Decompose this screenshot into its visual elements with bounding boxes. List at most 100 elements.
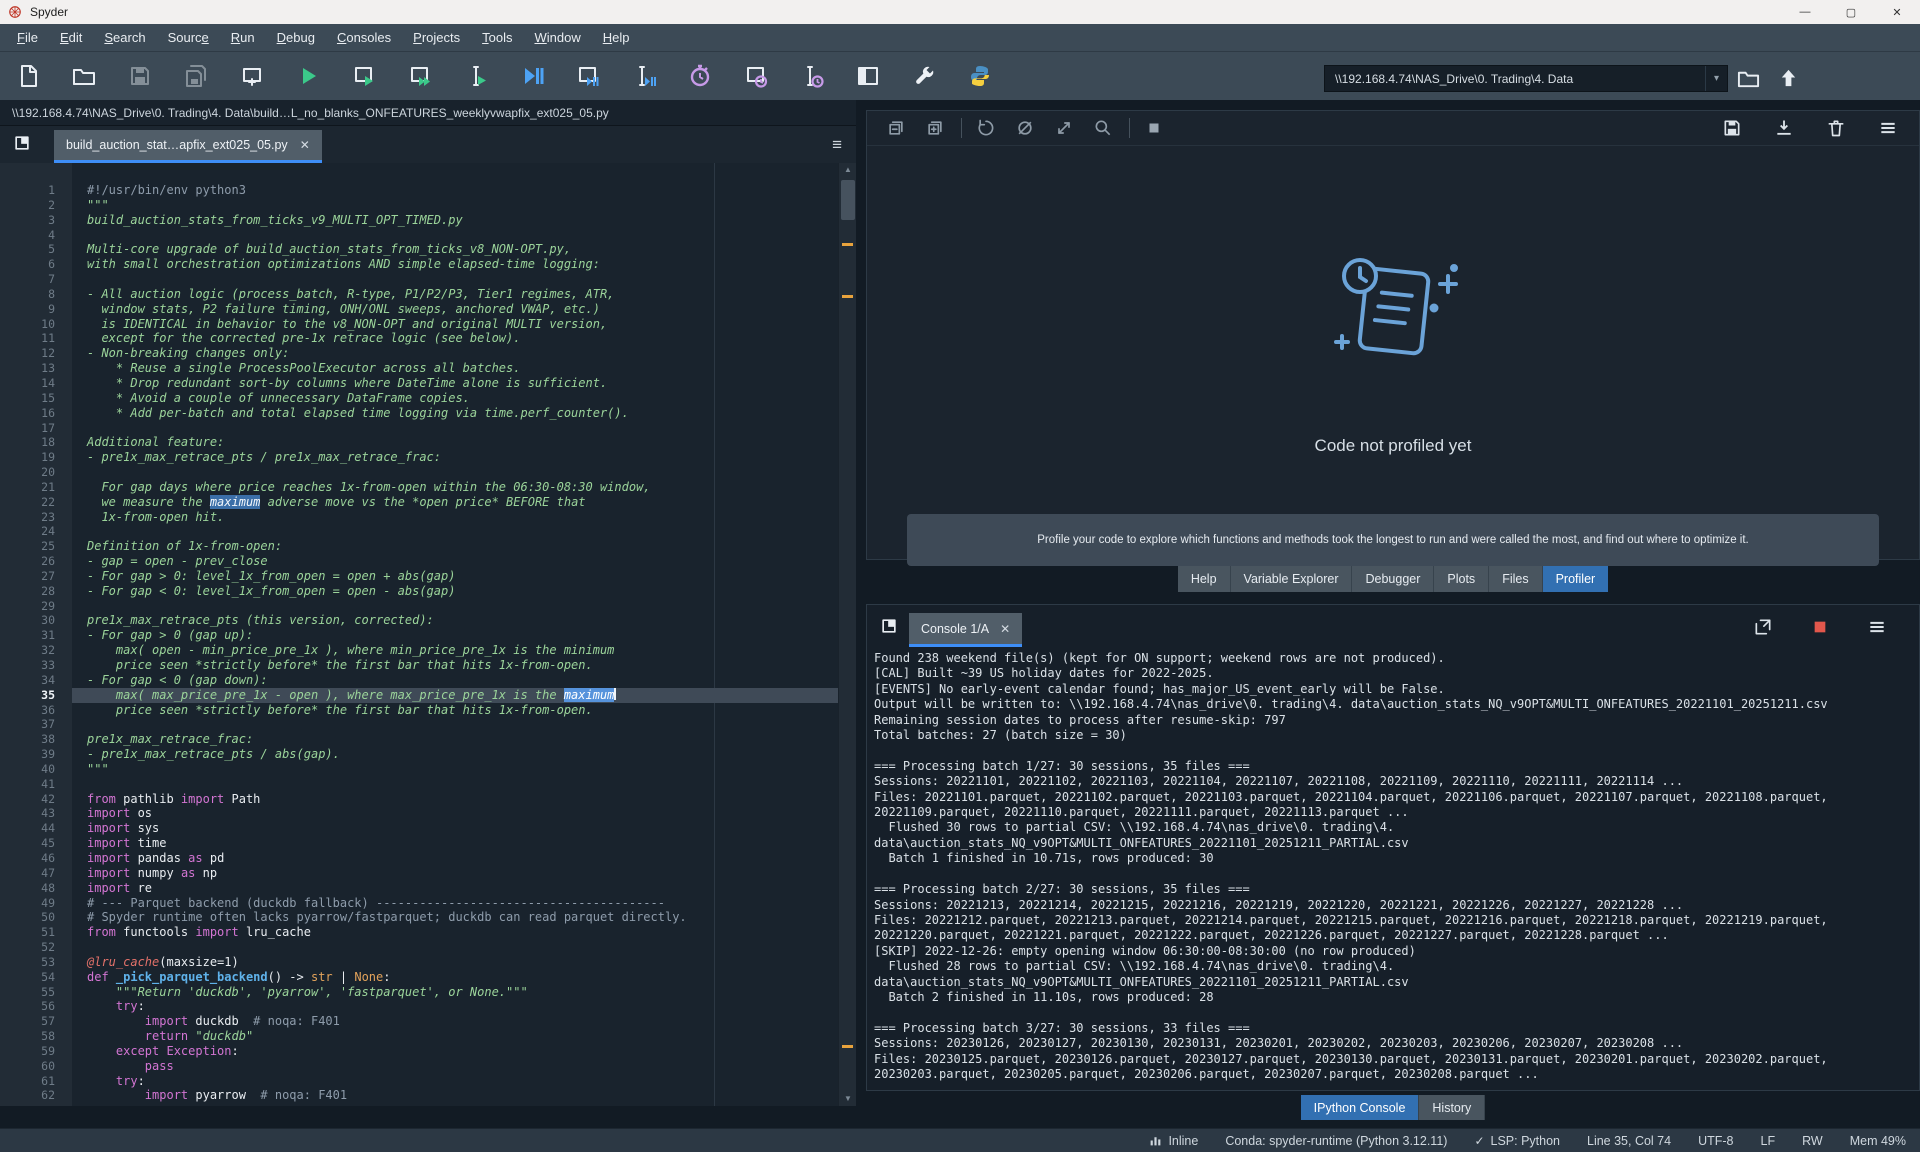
close-button[interactable]: ✕ <box>1874 0 1920 24</box>
editor-options-menu-button[interactable]: ≡ <box>832 136 842 153</box>
stop-button[interactable] <box>1139 114 1169 142</box>
code-line: """ <box>87 198 838 213</box>
save-button[interactable] <box>122 59 157 94</box>
warning-flag[interactable] <box>842 243 853 246</box>
open-file-button[interactable] <box>66 59 101 94</box>
run-file-button[interactable] <box>290 59 325 94</box>
pane-tab-files[interactable]: Files <box>1489 566 1542 592</box>
menu-debug[interactable]: Debug <box>266 26 326 49</box>
debug-cell-button[interactable] <box>570 59 605 94</box>
editor-vertical-scrollbar[interactable]: ▲ ▼ <box>838 163 856 1106</box>
scroll-up-icon[interactable]: ▲ <box>839 163 856 177</box>
save-profile-button[interactable] <box>1717 114 1747 142</box>
main-toolbar: \\192.168.4.74\NAS_Drive\0. Trading\4. D… <box>0 52 1920 100</box>
parent-directory-button[interactable] <box>1768 61 1808 96</box>
run-cell-button[interactable] <box>346 59 381 94</box>
close-icon[interactable]: ✕ <box>1000 622 1010 636</box>
status-line-35-col-74[interactable]: Line 35, Col 74 <box>1587 1134 1671 1148</box>
line-number: 49 <box>0 896 72 911</box>
console-strip-tab-history[interactable]: History <box>1419 1095 1485 1120</box>
line-number: 56 <box>0 999 72 1014</box>
clear-profile-button[interactable] <box>1821 114 1851 142</box>
scroll-down-icon[interactable]: ▼ <box>839 1092 856 1106</box>
console-options-menu-button[interactable] <box>1862 613 1892 641</box>
pane-tab-debugger[interactable]: Debugger <box>1352 566 1434 592</box>
profile-selection-button[interactable] <box>794 59 829 94</box>
line-number: 60 <box>0 1059 72 1074</box>
collapse-level-button[interactable] <box>881 114 911 142</box>
interrupt-kernel-button[interactable] <box>1805 613 1835 641</box>
menu-file[interactable]: File <box>6 26 49 49</box>
status-inline[interactable]: Inline <box>1149 1134 1198 1148</box>
line-number: 19 <box>0 450 72 465</box>
editor-tab[interactable]: build_auction_stat…apfix_ext025_05.py ✕ <box>54 130 322 163</box>
menu-consoles[interactable]: Consoles <box>326 26 402 49</box>
working-directory-combobox[interactable]: \\192.168.4.74\NAS_Drive\0. Trading\4. D… <box>1324 65 1728 92</box>
menu-bar: FileEditSearchSourceRunDebugConsolesProj… <box>0 24 1920 52</box>
search-button[interactable] <box>1088 114 1118 142</box>
hide-builtins-button[interactable] <box>1010 114 1040 142</box>
new-file-button[interactable] <box>10 59 45 94</box>
preferences-button[interactable] <box>906 59 941 94</box>
pane-tab-strip: HelpVariable ExplorerDebuggerPlotsFilesP… <box>866 566 1920 592</box>
status-lsp-python[interactable]: ✓LSP: Python <box>1474 1134 1560 1148</box>
menu-help[interactable]: Help <box>592 26 641 49</box>
save-all-button[interactable] <box>178 59 213 94</box>
status-lf[interactable]: LF <box>1761 1134 1776 1148</box>
pane-tab-plots[interactable]: Plots <box>1434 566 1489 592</box>
code-editor[interactable]: 1234567891011121314151617181920212223242… <box>0 163 856 1106</box>
debug-file-button[interactable] <box>514 59 549 94</box>
browse-directory-button[interactable] <box>1728 61 1768 96</box>
status-utf-8[interactable]: UTF-8 <box>1698 1134 1733 1148</box>
status-conda-spyder-runtime-python-3-12-11[interactable]: Conda: spyder-runtime (Python 3.12.11) <box>1225 1134 1447 1148</box>
status-rw[interactable]: RW <box>1802 1134 1823 1148</box>
line-number: 54 <box>0 970 72 985</box>
code-line: """ <box>87 762 838 777</box>
vertical-scroll-handle[interactable] <box>841 180 855 220</box>
detach-console-button[interactable] <box>1748 613 1778 641</box>
maximize-button[interactable]: ▢ <box>1828 0 1874 24</box>
debug-selection-button[interactable] <box>626 59 661 94</box>
warning-flag[interactable] <box>842 1045 853 1048</box>
line-number: 17 <box>0 421 72 436</box>
profiler-options-menu-button[interactable] <box>1873 114 1903 142</box>
code-line: try: <box>87 999 838 1014</box>
expand-all-button[interactable] <box>1049 114 1079 142</box>
minimize-button[interactable]: — <box>1782 0 1828 24</box>
new-cell-button[interactable] <box>234 59 269 94</box>
status-mem-49[interactable]: Mem 49% <box>1850 1134 1906 1148</box>
menu-window[interactable]: Window <box>523 26 591 49</box>
console-output[interactable]: Found 238 weekend file(s) (kept for ON s… <box>867 647 1919 1090</box>
menu-run[interactable]: Run <box>220 26 266 49</box>
code-line: with small orchestration optimizations A… <box>87 257 838 272</box>
menu-edit[interactable]: Edit <box>49 26 93 49</box>
pane-tab-profiler[interactable]: Profiler <box>1543 566 1609 592</box>
pythonpath-manager-button[interactable] <box>962 59 997 94</box>
browse-tabs-button[interactable] <box>12 133 32 158</box>
expand-level-button[interactable] <box>920 114 950 142</box>
chevron-down-icon[interactable]: ▾ <box>1705 66 1727 91</box>
spyder-logo-icon <box>8 5 22 19</box>
code-area[interactable]: #!/usr/bin/env python3"""build_auction_s… <box>72 163 838 1106</box>
callers-button[interactable] <box>971 114 1001 142</box>
menu-search[interactable]: Search <box>93 26 156 49</box>
warning-flag[interactable] <box>842 295 853 298</box>
run-selection-button[interactable] <box>458 59 493 94</box>
console-strip-tab-ipython-console[interactable]: IPython Console <box>1301 1095 1420 1120</box>
load-profile-button[interactable] <box>1769 114 1799 142</box>
pane-tab-help[interactable]: Help <box>1178 566 1231 592</box>
menu-source[interactable]: Source <box>157 26 220 49</box>
pane-tab-variable-explorer[interactable]: Variable Explorer <box>1231 566 1353 592</box>
close-icon[interactable]: ✕ <box>300 138 310 152</box>
menu-tools[interactable]: Tools <box>471 26 523 49</box>
maximize-pane-button[interactable] <box>850 59 885 94</box>
profile-cell-button[interactable] <box>738 59 773 94</box>
code-line <box>87 228 838 243</box>
profile-file-button[interactable] <box>682 59 717 94</box>
browse-consoles-button[interactable] <box>879 616 899 641</box>
run-cell-advance-button[interactable] <box>402 59 437 94</box>
menu-projects[interactable]: Projects <box>402 26 471 49</box>
code-line: import sys <box>87 821 838 836</box>
code-line: * Drop redundant sort-by columns where D… <box>87 376 838 391</box>
console-tab[interactable]: Console 1/A ✕ <box>909 613 1022 647</box>
